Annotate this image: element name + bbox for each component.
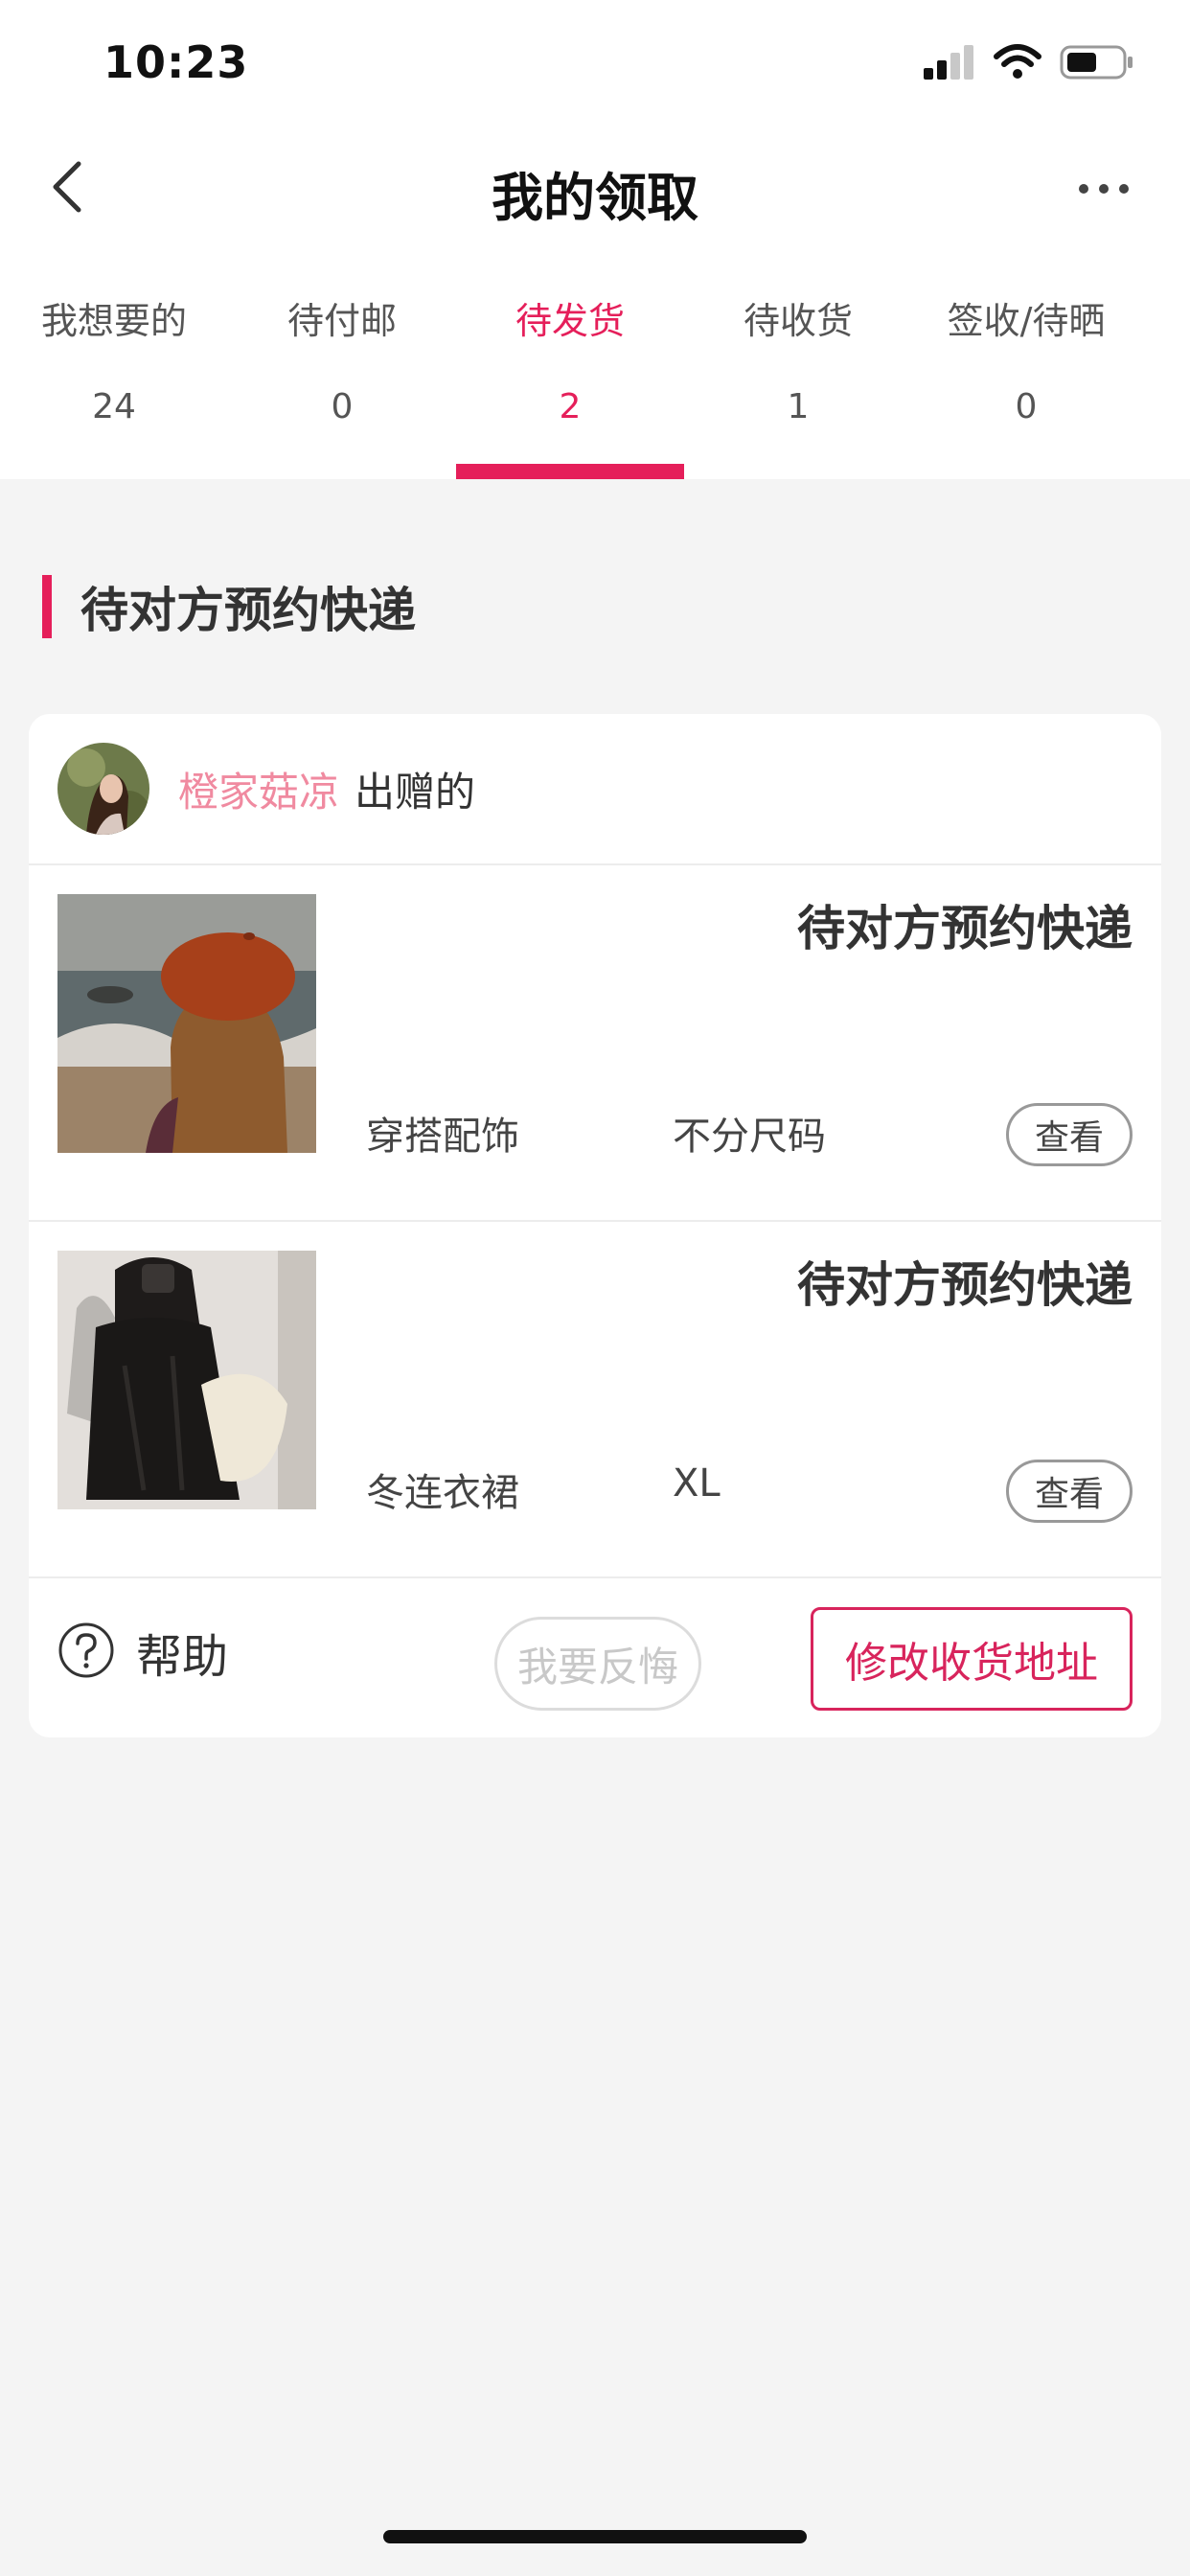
- view-button[interactable]: 查看: [1006, 1460, 1133, 1523]
- status-tabs: 我想要的 24 待付邮 0 待发货 2 待收货 1 签收/待晒 0: [0, 297, 1190, 479]
- tab-pending-shipment[interactable]: 待发货 2: [456, 297, 684, 479]
- item-size: XL: [673, 1461, 721, 1506]
- regret-button[interactable]: 我要反悔: [494, 1617, 701, 1711]
- help-label: 帮助: [136, 1630, 229, 1684]
- more-button[interactable]: [1065, 163, 1142, 217]
- list-item[interactable]: 待对方预约快递 穿搭配饰 不分尺码 查看: [29, 865, 1161, 1222]
- tab-count: 1: [787, 387, 810, 426]
- tab-pending-receipt[interactable]: 待收货 1: [684, 297, 912, 479]
- tab-label: 待付邮: [286, 300, 397, 342]
- card-actions: 帮助 我要反悔 修改收货地址: [29, 1578, 1161, 1737]
- section-heading: 待对方预约快递: [42, 573, 416, 640]
- item-size: 不分尺码: [673, 1115, 826, 1159]
- home-indicator[interactable]: [383, 2530, 807, 2543]
- tab-label: 待发货: [515, 300, 625, 342]
- item-status: 待对方预约快递: [797, 901, 1133, 956]
- donor-name[interactable]: 橙家菇凉: [178, 760, 339, 818]
- donor-suffix: 出赠的: [355, 768, 476, 816]
- item-thumbnail[interactable]: [57, 894, 316, 1153]
- item-thumbnail[interactable]: [57, 1251, 316, 1509]
- tab-pending-postage[interactable]: 待付邮 0: [228, 297, 456, 479]
- wifi-icon: [993, 43, 1042, 85]
- tab-count: 2: [559, 387, 582, 426]
- view-button[interactable]: 查看: [1006, 1103, 1133, 1166]
- status-bar: 10:23: [0, 0, 1190, 129]
- tab-count: 0: [1015, 387, 1038, 426]
- avatar[interactable]: [57, 743, 149, 835]
- order-card: 橙家菇凉 出赠的 待对方预约快递 穿搭配饰 不分尺码 查看 待对方预约快递 冬连…: [29, 714, 1161, 1737]
- help-button[interactable]: 帮助: [57, 1619, 228, 1686]
- more-dots-icon: [1077, 181, 1131, 199]
- item-status: 待对方预约快递: [797, 1257, 1133, 1313]
- tab-signed-share[interactable]: 签收/待晒 0: [912, 297, 1140, 479]
- item-category: 穿搭配饰: [366, 1115, 519, 1159]
- item-category: 冬连衣裙: [366, 1471, 519, 1515]
- active-tab-indicator: [456, 464, 684, 479]
- battery-icon: [1060, 43, 1134, 85]
- cellular-signal-icon: [922, 43, 975, 85]
- tab-label: 签收/待晒: [947, 300, 1106, 342]
- tab-label: 待收货: [743, 300, 853, 342]
- donor-row[interactable]: 橙家菇凉 出赠的: [29, 714, 1161, 865]
- list-item[interactable]: 待对方预约快递 冬连衣裙 XL 查看: [29, 1222, 1161, 1578]
- question-circle-icon: [57, 1622, 115, 1683]
- status-icons: [922, 44, 1134, 84]
- tab-want[interactable]: 我想要的 24: [0, 297, 228, 479]
- navigation-bar: 我的领取: [0, 134, 1190, 244]
- tab-count: 24: [92, 387, 136, 426]
- tab-count: 0: [331, 387, 354, 426]
- section-accent-bar: [42, 575, 52, 638]
- section-title: 待对方预约快递: [80, 583, 416, 638]
- tab-label: 我想要的: [40, 300, 187, 342]
- status-time: 10:23: [103, 36, 249, 88]
- page-title: 我的领取: [492, 168, 698, 228]
- edit-address-button[interactable]: 修改收货地址: [811, 1607, 1133, 1711]
